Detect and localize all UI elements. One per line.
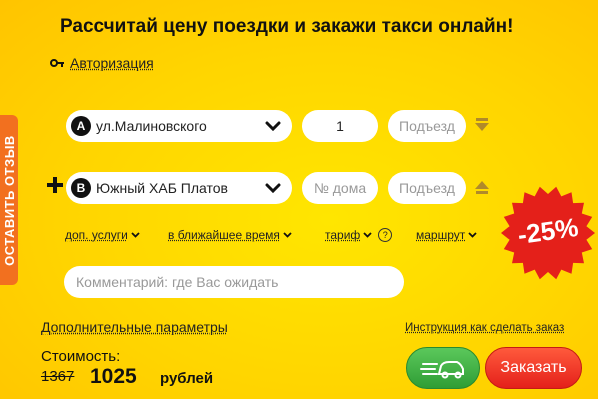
chevron-down-icon <box>363 232 372 238</box>
to-address-value: Южный ХАБ Платов <box>96 180 228 196</box>
auth-label[interactable]: Авторизация <box>70 55 154 71</box>
page-title: Рассчитай цену поездки и закажи такси он… <box>60 16 514 37</box>
services-label: доп. услуги <box>65 228 128 242</box>
to-house-input[interactable]: № дома <box>302 172 378 204</box>
key-icon <box>50 59 64 67</box>
auth-link[interactable]: Авторизация <box>50 55 154 71</box>
feedback-tab-label: ОСТАВИТЬ ОТЗЫВ <box>1 134 17 266</box>
to-entrance-input[interactable]: Подъезд <box>388 172 466 204</box>
help-icon[interactable]: ? <box>378 228 393 242</box>
route-label: маршрут <box>416 228 466 242</box>
chevron-down-icon <box>468 232 477 238</box>
route-dropdown[interactable]: маршрут <box>416 228 477 242</box>
add-point-icon[interactable] <box>46 176 64 194</box>
chevron-down-icon <box>131 232 140 238</box>
services-dropdown[interactable]: доп. услуги <box>65 228 140 242</box>
extra-params-link[interactable]: Дополнительные параметры <box>41 319 228 335</box>
cost-label: Стоимость: <box>41 348 121 365</box>
feedback-tab[interactable]: ОСТАВИТЬ ОТЗЫВ <box>0 115 18 285</box>
chevron-down-icon <box>283 232 292 238</box>
from-house-input[interactable]: 1 <box>302 110 378 142</box>
from-address-value: ул.Малиновского <box>96 118 207 134</box>
chevron-down-icon <box>262 121 284 131</box>
move-down-icon[interactable] <box>474 117 490 133</box>
from-entrance-input[interactable]: Подъезд <box>388 110 466 142</box>
time-label: в ближайшее время <box>168 228 280 242</box>
marker-a-icon: A <box>71 116 91 136</box>
price-value: 1025 <box>90 365 137 388</box>
chevron-down-icon <box>262 183 284 193</box>
old-price: 1367 <box>41 368 75 385</box>
to-address-select[interactable]: B Южный ХАБ Платов <box>66 172 292 204</box>
tariff-dropdown[interactable]: тариф ? <box>325 228 393 242</box>
move-up-icon[interactable] <box>474 179 490 195</box>
from-address-select[interactable]: A ул.Малиновского <box>66 110 292 142</box>
fast-order-button[interactable] <box>406 347 480 389</box>
instruction-link[interactable]: Инструкция как сделать заказ <box>405 322 564 334</box>
time-dropdown[interactable]: в ближайшее время <box>168 228 292 242</box>
marker-b-icon: B <box>71 178 91 198</box>
comment-input[interactable]: Комментарий: где Вас ожидать <box>64 266 404 298</box>
currency-label: рублей <box>160 370 214 387</box>
order-button[interactable]: Заказать <box>485 347 582 389</box>
tariff-label: тариф <box>325 228 361 242</box>
fast-car-icon <box>420 361 464 379</box>
